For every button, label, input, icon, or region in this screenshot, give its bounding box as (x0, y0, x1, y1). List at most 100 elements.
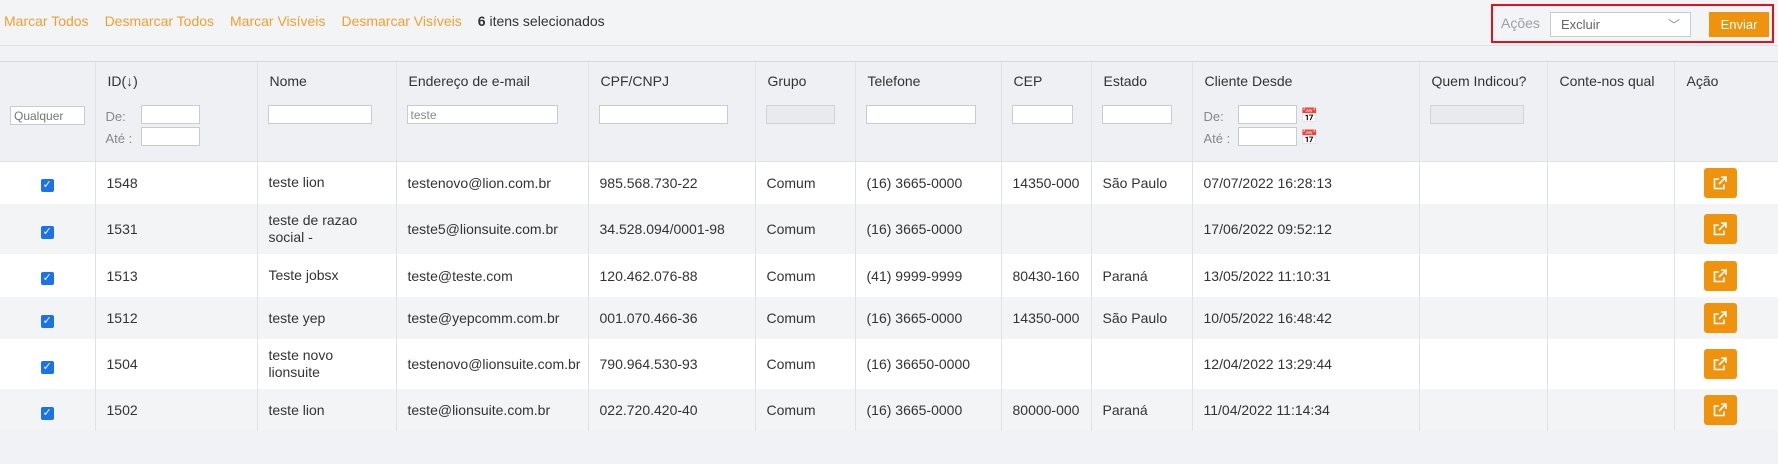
col-action: Ação (1673, 62, 1778, 99)
cell-doc: 120.462.076-88 (587, 254, 755, 297)
cell-since: 11/04/2022 11:14:34 (1191, 389, 1419, 431)
action-select-value: Excluir (1561, 17, 1601, 32)
state-filter-input[interactable] (1101, 105, 1172, 124)
calendar-icon[interactable]: 📅 (1301, 107, 1318, 123)
row-select-cell: ✓ (0, 254, 95, 297)
external-link-icon (1713, 311, 1727, 325)
cell-phone: (16) 3665-0000 (854, 389, 1001, 431)
filter-action-cell (1673, 99, 1778, 162)
cell-source (1546, 297, 1674, 339)
filter-source-cell (1546, 99, 1674, 162)
col-source[interactable]: Conte-nos qual (1546, 62, 1674, 99)
doc-filter-input[interactable] (598, 105, 728, 124)
open-client-button[interactable] (1703, 167, 1737, 198)
mark-visible-link[interactable]: Marcar Visíveis (230, 13, 325, 29)
row-checkbox[interactable]: ✓ (40, 360, 54, 374)
cell-since: 13/05/2022 11:10:31 (1191, 254, 1419, 297)
col-state[interactable]: Estado (1090, 62, 1192, 99)
filter-doc-cell (587, 99, 755, 162)
open-client-button[interactable] (1703, 395, 1737, 425)
open-client-button[interactable] (1703, 260, 1737, 291)
cell-since: 07/07/2022 16:28:13 (1191, 161, 1419, 204)
cell-name: teste yep (256, 297, 396, 339)
name-filter-input[interactable] (267, 105, 372, 124)
row-select-cell: ✓ (0, 389, 95, 431)
cell-doc: 022.720.420-40 (587, 389, 755, 431)
open-client-button[interactable] (1703, 303, 1737, 333)
table-row: ✓ 1502 teste lion teste@lionsuite.com.br 022… (0, 389, 1778, 431)
col-id-label: ID (107, 72, 122, 89)
bulk-actions-panel: Ações Excluir ﹀ Enviar (1491, 4, 1774, 43)
cell-since: 17/06/2022 09:52:12 (1191, 204, 1419, 254)
cell-email: teste@teste.com (395, 254, 588, 297)
filter-row: De: Até : De: 📅 Até : 📅 (0, 99, 1778, 162)
col-email[interactable]: Endereço de e-mail (395, 62, 588, 99)
col-phone[interactable]: Telefone (854, 62, 1001, 99)
cell-doc: 001.070.466-36 (587, 297, 755, 339)
email-filter-input[interactable] (406, 105, 558, 124)
cell-cep (1000, 204, 1091, 254)
cell-id: 1504 (94, 339, 257, 389)
unmark-visible-link[interactable]: Desmarcar Visíveis (341, 13, 461, 29)
cell-phone: (16) 3665-0000 (854, 161, 1001, 204)
filter-referrer-cell (1418, 99, 1547, 162)
cell-source (1546, 389, 1674, 431)
row-checkbox[interactable]: ✓ (40, 314, 54, 328)
group-filter-select[interactable] (765, 105, 835, 124)
cell-name: teste novo lionsuite (256, 339, 396, 389)
filter-group-cell (754, 99, 855, 162)
table-row: ✓ 1548 teste lion testenovo@lion.com.br 985.… (0, 161, 1778, 204)
filter-name-cell (256, 99, 396, 162)
id-to-input[interactable] (140, 127, 200, 146)
select-filter-input[interactable] (10, 106, 85, 125)
sort-desc-icon: (↓) (121, 72, 138, 89)
action-select[interactable]: Excluir ﹀ (1550, 12, 1691, 37)
calendar-icon[interactable]: 📅 (1301, 129, 1318, 145)
table-row: ✓ 1531 teste de razao social - teste5@lions… (0, 204, 1778, 254)
selected-count-text: 6 itens selecionados (478, 13, 605, 29)
col-since[interactable]: Cliente Desde (1191, 62, 1419, 99)
external-link-icon (1713, 222, 1727, 236)
cell-source (1546, 204, 1674, 254)
col-id[interactable]: ID(↓) (94, 62, 257, 99)
cell-phone: (16) 3665-0000 (854, 204, 1001, 254)
cep-filter-input[interactable] (1011, 105, 1073, 124)
row-checkbox[interactable]: ✓ (40, 225, 54, 239)
col-referrer[interactable]: Quem Indicou? (1418, 62, 1547, 99)
mark-all-link[interactable]: Marcar Todos (4, 13, 89, 29)
cell-cep (1000, 339, 1091, 389)
selected-count: 6 (477, 13, 486, 29)
send-button[interactable]: Enviar (1709, 12, 1769, 37)
actions-label: Ações (1501, 15, 1540, 31)
cell-referrer (1418, 254, 1547, 297)
row-checkbox[interactable]: ✓ (40, 406, 54, 420)
open-client-button[interactable] (1703, 214, 1737, 244)
table-row: ✓ 1513 Teste jobsx teste@teste.com 120.462.0… (0, 254, 1778, 297)
cell-state: Paraná (1090, 389, 1192, 431)
col-cep[interactable]: CEP (1000, 62, 1091, 99)
row-checkbox[interactable]: ✓ (40, 272, 54, 285)
referrer-filter-select[interactable] (1429, 105, 1524, 124)
external-link-icon (1713, 268, 1727, 282)
row-select-cell: ✓ (0, 204, 95, 254)
filter-select-cell (0, 99, 95, 162)
open-client-button[interactable] (1703, 349, 1737, 379)
cell-action (1673, 339, 1778, 389)
selection-links: Marcar Todos Desmarcar Todos Marcar Visí… (4, 13, 605, 29)
cell-name: teste de razao social - (256, 204, 396, 254)
cell-cep: 80430-160 (1000, 254, 1091, 297)
cell-id: 1548 (94, 161, 257, 204)
phone-filter-input[interactable] (865, 105, 976, 124)
since-from-input[interactable] (1237, 105, 1297, 124)
col-name[interactable]: Nome (256, 62, 396, 99)
id-to-label: Até : (105, 131, 133, 146)
cell-referrer (1418, 204, 1547, 254)
cell-cep: 14350-000 (1000, 297, 1091, 339)
col-group[interactable]: Grupo (754, 62, 855, 99)
cell-action (1673, 389, 1778, 431)
row-checkbox[interactable]: ✓ (40, 179, 54, 193)
since-to-input[interactable] (1237, 127, 1297, 146)
col-doc[interactable]: CPF/CNPJ (587, 62, 755, 99)
unmark-all-link[interactable]: Desmarcar Todos (105, 13, 214, 29)
id-from-input[interactable] (140, 105, 200, 124)
